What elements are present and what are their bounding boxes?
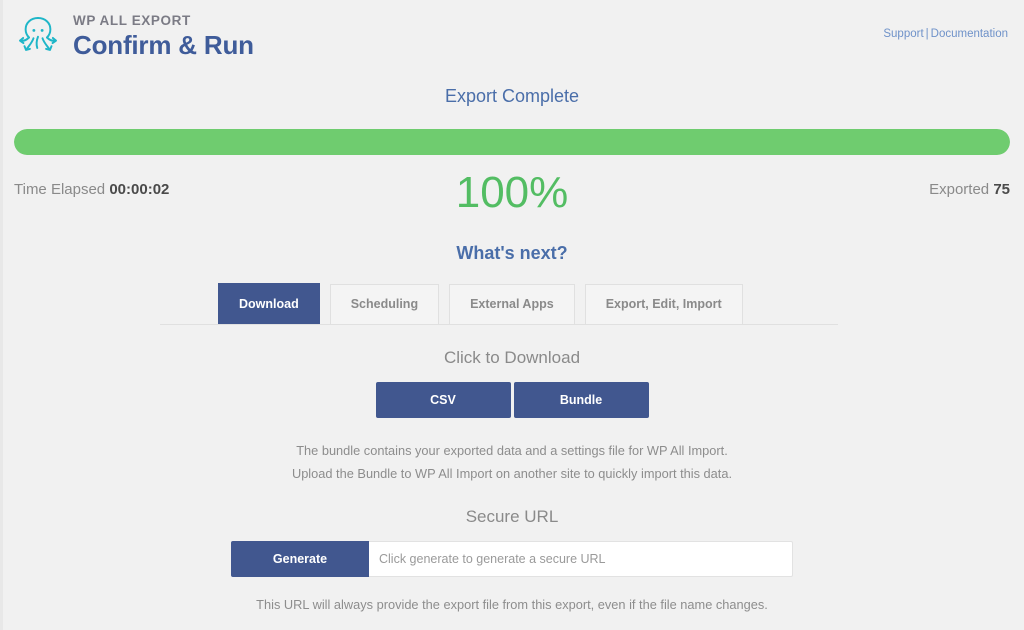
page-title: Confirm & Run bbox=[73, 30, 254, 61]
exported-count: Exported 75 bbox=[929, 181, 1010, 198]
title-block: WP ALL EXPORT Confirm & Run bbox=[73, 14, 254, 59]
exported-value: 75 bbox=[993, 181, 1010, 198]
download-csv-button[interactable]: CSV bbox=[375, 382, 511, 418]
generate-secure-url-button[interactable]: Generate bbox=[231, 540, 369, 577]
tab-download[interactable]: Download bbox=[218, 283, 320, 324]
bundle-note-line-1: The bundle contains your exported data a… bbox=[296, 443, 728, 458]
whats-next-heading: What's next? bbox=[456, 243, 568, 263]
progress-bar-track bbox=[14, 129, 1010, 155]
tab-export-edit-import[interactable]: Export, Edit, Import bbox=[584, 284, 743, 324]
progress-bar-fill bbox=[14, 129, 1010, 155]
next-steps-tabs: Download Scheduling External Apps Export… bbox=[160, 283, 838, 325]
bundle-note-line-2: Upload the Bundle to WP All Import on an… bbox=[291, 465, 733, 481]
tab-scheduling[interactable]: Scheduling bbox=[329, 284, 440, 324]
secure-url-label: Secure URL bbox=[465, 506, 559, 526]
click-to-download-label: Click to Download bbox=[443, 348, 581, 367]
documentation-link[interactable]: Documentation bbox=[931, 28, 1008, 40]
bundle-note: The bundle contains your exported data a… bbox=[0, 440, 1024, 486]
export-status-heading: Export Complete bbox=[444, 86, 580, 106]
progress-percent: 100% bbox=[455, 168, 569, 217]
product-name: WP ALL EXPORT bbox=[73, 12, 191, 28]
support-link[interactable]: Support bbox=[883, 28, 923, 40]
download-buttons: CSV Bundle bbox=[0, 382, 1024, 418]
branding: WP ALL EXPORT Confirm & Run bbox=[14, 12, 1024, 60]
page-header: WP ALL EXPORT Confirm & Run Support | Docu… bbox=[0, 0, 1024, 72]
secure-url-row: Generate bbox=[231, 540, 793, 577]
links-separator: | bbox=[925, 28, 929, 40]
stats-row: Time Elapsed 00:00:02 100% Exported 75 bbox=[0, 169, 1024, 221]
exported-label: Exported bbox=[929, 181, 990, 198]
left-edge-strip bbox=[0, 0, 3, 630]
secure-url-footnote: This URL will always provide the export … bbox=[256, 596, 768, 612]
tab-external-apps[interactable]: External Apps bbox=[449, 284, 575, 324]
download-panel: Click to Download CSV Bundle The bundle … bbox=[0, 348, 1024, 612]
download-bundle-button[interactable]: Bundle bbox=[513, 382, 649, 418]
octopus-icon bbox=[14, 12, 62, 60]
secure-url-input[interactable] bbox=[369, 540, 793, 577]
header-links: Support | Documentation bbox=[883, 28, 1008, 40]
